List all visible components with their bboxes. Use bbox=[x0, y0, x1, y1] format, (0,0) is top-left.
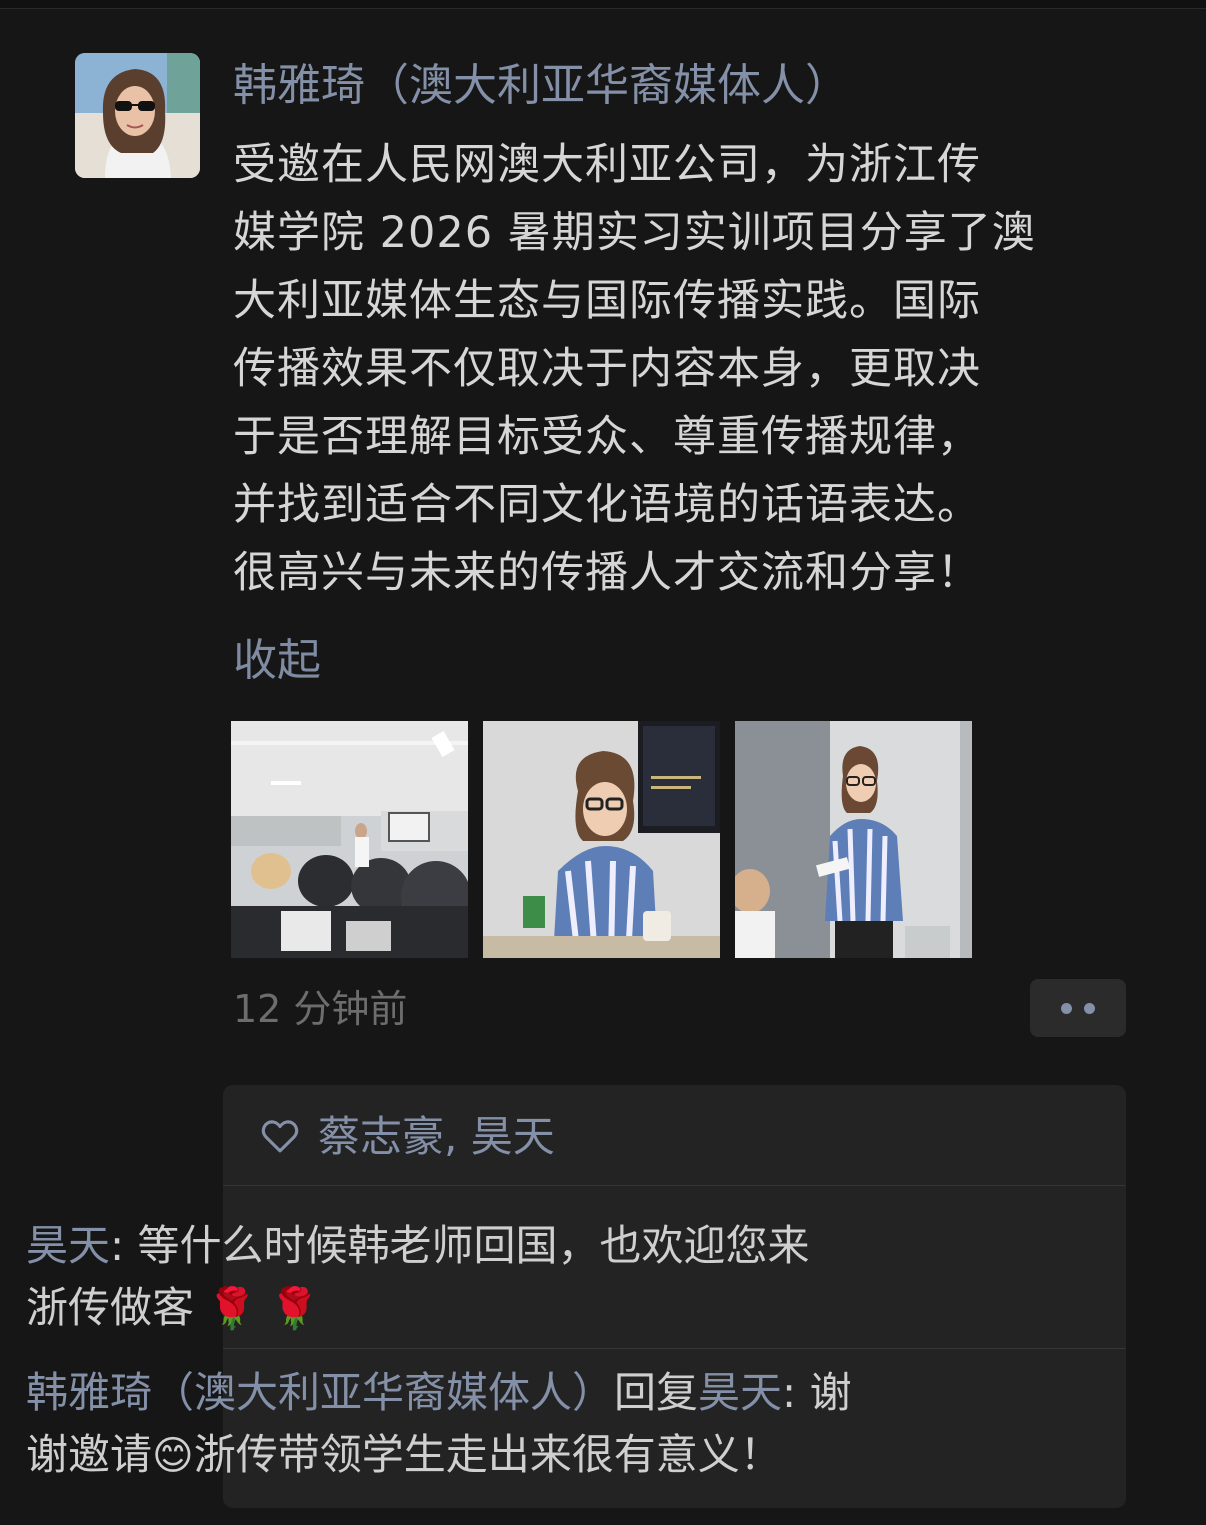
comment-divider bbox=[223, 1348, 1126, 1349]
comment-author[interactable]: 昊天 bbox=[26, 1221, 110, 1270]
reply-word: 回复 bbox=[614, 1368, 699, 1417]
content-line: 受邀在人民网澳大利亚公司，为浙江传 bbox=[233, 140, 981, 190]
content-line: 大利亚媒体生态与国际传播实践。国际 bbox=[233, 276, 981, 326]
likes-names[interactable]: 蔡志豪, 昊天 bbox=[318, 1109, 555, 1165]
content-line: 媒学院 2026 暑期实习实训项目分享了澳 bbox=[233, 208, 1036, 258]
post-photo-2[interactable] bbox=[483, 721, 720, 958]
likes-row: 蔡志豪, 昊天 bbox=[223, 1085, 1126, 1186]
ellipsis-icon bbox=[1061, 1002, 1072, 1014]
collapse-link[interactable]: 收起 bbox=[233, 630, 321, 692]
rose-icon: 🌹 🌹 bbox=[207, 1286, 320, 1332]
comment-line: 韩雅琦（澳大利亚华裔媒体人）回复昊天: 谢 bbox=[26, 1362, 886, 1424]
comment-sep: : bbox=[110, 1221, 138, 1270]
content-line: 于是否理解目标受众、尊重传播规律， bbox=[233, 412, 981, 462]
content-line: 很高兴与未来的传播人才交流和分享！ bbox=[233, 548, 981, 598]
comment-author[interactable]: 韩雅琦（澳大利亚华裔媒体人） bbox=[26, 1368, 614, 1417]
post-content: 受邀在人民网澳大利亚公司，为浙江传 媒学院 2026 暑期实习实训项目分享了澳 … bbox=[233, 131, 1133, 607]
comment-line: 谢邀请😊浙传带领学生走出来很有意义！ bbox=[26, 1424, 886, 1487]
comment-1[interactable]: 昊天: 等什么时候韩老师回国，也欢迎您来 浙传做客 🌹 🌹 bbox=[26, 1215, 886, 1340]
more-actions-button[interactable] bbox=[1030, 979, 1126, 1037]
photo-classroom bbox=[231, 721, 468, 958]
avatar[interactable] bbox=[75, 53, 200, 178]
avatar-image bbox=[75, 53, 200, 178]
content-line: 传播效果不仅取决于内容本身，更取决 bbox=[233, 344, 981, 394]
content-line: 并找到适合不同文化语境的话语表达。 bbox=[233, 480, 981, 530]
comment-text: 等什么时候韩老师回国，也欢迎您来 bbox=[137, 1221, 810, 1270]
moments-post: 韩雅琦（澳大利亚华裔媒体人） 受邀在人民网澳大利亚公司，为浙江传 媒学院 202… bbox=[0, 0, 1206, 1525]
comment-text: 浙传带领学生走出来很有意义！ bbox=[193, 1430, 782, 1479]
photo-speaker-standing bbox=[735, 721, 972, 958]
comment-text: 谢邀请 bbox=[26, 1430, 153, 1479]
comment-text: 浙传做客 bbox=[26, 1283, 195, 1332]
reply-to-user[interactable]: 昊天 bbox=[698, 1368, 782, 1417]
comment-line: 昊天: 等什么时候韩老师回国，也欢迎您来 bbox=[26, 1215, 886, 1277]
ellipsis-icon bbox=[1084, 1002, 1095, 1014]
post-photo-3[interactable] bbox=[735, 721, 972, 958]
post-photo-1[interactable] bbox=[231, 721, 468, 958]
photo-speaker-seated bbox=[483, 721, 720, 958]
post-author-name[interactable]: 韩雅琦（澳大利亚华裔媒体人） bbox=[233, 56, 849, 116]
heart-icon bbox=[261, 1120, 299, 1153]
post-timestamp: 12 分钟前 bbox=[233, 987, 408, 1031]
comment-2[interactable]: 韩雅琦（澳大利亚华裔媒体人）回复昊天: 谢 谢邀请😊浙传带领学生走出来很有意义！ bbox=[26, 1362, 886, 1487]
comment-line: 浙传做客 🌹 🌹 bbox=[26, 1277, 886, 1340]
smile-icon: 😊 bbox=[152, 1433, 194, 1479]
comment-sep: : bbox=[782, 1368, 810, 1417]
comment-text: 谢 bbox=[809, 1368, 852, 1417]
